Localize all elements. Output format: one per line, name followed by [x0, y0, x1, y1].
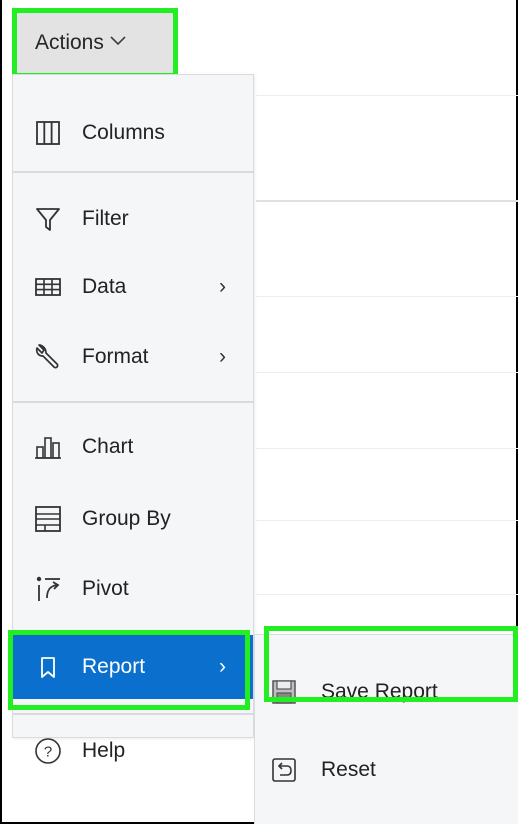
bg-divider — [256, 95, 518, 96]
submenu-item-label: Reset — [321, 758, 376, 781]
bar-chart-icon — [33, 432, 63, 462]
chevron-right-icon: › — [219, 345, 226, 368]
pivot-icon — [33, 574, 63, 604]
bg-divider — [256, 594, 518, 595]
report-submenu: Save Report Reset — [254, 634, 518, 824]
filter-icon — [33, 204, 63, 234]
menu-separator — [13, 713, 253, 715]
bookmark-icon — [33, 652, 63, 682]
actions-button-label: Actions — [35, 31, 104, 54]
chevron-right-icon: › — [219, 275, 226, 298]
chevron-down-icon — [110, 36, 126, 46]
menu-item-label: Chart — [82, 435, 134, 458]
save-icon — [271, 679, 297, 705]
menu-item-columns[interactable]: Columns — [13, 101, 253, 165]
svg-text:?: ? — [44, 744, 52, 761]
menu-item-report[interactable]: Report › — [13, 635, 253, 699]
menu-separator — [13, 171, 253, 173]
menu-item-label: Help — [82, 739, 126, 762]
reset-icon — [271, 757, 297, 783]
wrench-icon — [33, 342, 63, 372]
menu-item-data[interactable]: Data › — [13, 255, 253, 319]
menu-item-label: Filter — [82, 207, 129, 230]
menu-item-label: Report — [82, 655, 146, 678]
menu-item-chart[interactable]: Chart — [13, 415, 253, 479]
menu-item-pivot[interactable]: Pivot — [13, 557, 253, 621]
menu-item-group-by[interactable]: Group By — [13, 487, 253, 551]
submenu-item-reset[interactable]: Reset — [255, 739, 517, 801]
menu-item-label: Format — [82, 345, 149, 368]
actions-button[interactable]: Actions — [12, 8, 178, 78]
submenu-item-label: Save Report — [321, 680, 438, 703]
table-icon — [33, 272, 63, 302]
bg-divider — [256, 296, 518, 297]
bg-divider — [256, 448, 518, 449]
actions-menu: Columns Filter Data › Format › Chart Gro… — [12, 74, 254, 764]
submenu-item-save-report[interactable]: Save Report — [255, 661, 517, 723]
menu-item-label: Columns — [82, 121, 165, 144]
bg-divider — [256, 200, 518, 202]
menu-item-label: Data — [82, 275, 127, 298]
menu-item-label: Pivot — [82, 577, 129, 600]
menu-item-help[interactable]: ? Help — [13, 721, 253, 781]
bg-divider — [256, 520, 518, 521]
menu-item-filter[interactable]: Filter — [13, 187, 253, 251]
group-by-icon — [33, 504, 63, 534]
menu-item-label: Group By — [82, 507, 171, 530]
help-icon: ? — [33, 736, 63, 766]
menu-separator — [13, 401, 253, 403]
chevron-right-icon: › — [219, 655, 226, 678]
columns-icon — [33, 118, 63, 148]
bg-divider — [256, 372, 518, 373]
menu-item-format[interactable]: Format › — [13, 325, 253, 389]
